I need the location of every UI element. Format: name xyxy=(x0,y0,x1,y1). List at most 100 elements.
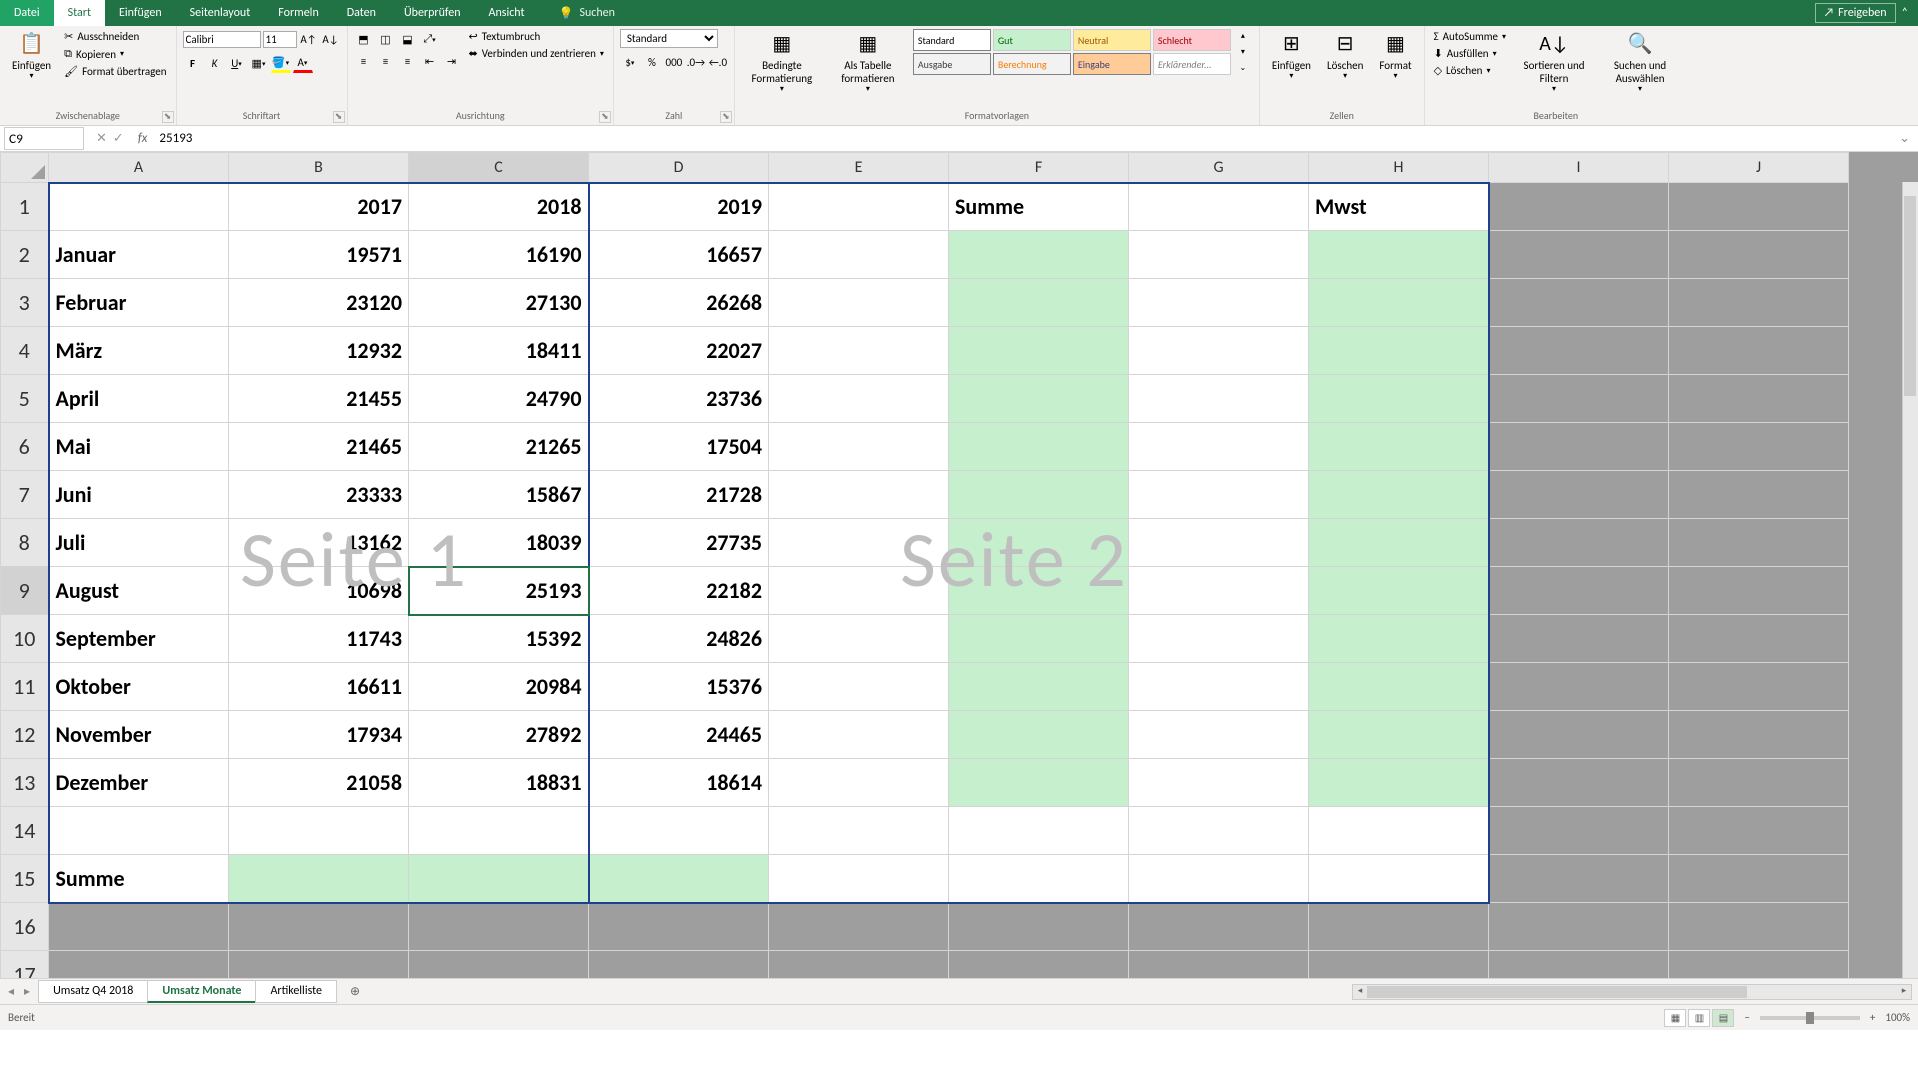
cell[interactable] xyxy=(229,855,409,903)
sheet-tab[interactable]: Artikelliste xyxy=(255,980,337,1003)
cell[interactable] xyxy=(1129,711,1309,759)
cell[interactable] xyxy=(1129,615,1309,663)
cell[interactable] xyxy=(49,903,229,951)
cell[interactable] xyxy=(1309,327,1489,375)
bold-button[interactable]: F xyxy=(183,53,203,73)
cell[interactable] xyxy=(1669,759,1849,807)
cell[interactable] xyxy=(589,951,769,979)
cell-style-swatch[interactable]: Eingabe xyxy=(1073,53,1151,75)
cell[interactable] xyxy=(1309,951,1489,979)
cell[interactable] xyxy=(229,903,409,951)
cell[interactable]: Oktober xyxy=(49,663,229,711)
row-header[interactable]: 17 xyxy=(1,951,49,979)
row-header[interactable]: 7 xyxy=(1,471,49,519)
row-header[interactable]: 12 xyxy=(1,711,49,759)
cell[interactable]: 15392 xyxy=(409,615,589,663)
cell[interactable] xyxy=(1669,423,1849,471)
percent-format-icon[interactable]: % xyxy=(642,52,662,72)
fill-button[interactable]: ⬇Ausfüllen▾ xyxy=(1431,46,1509,61)
cell[interactable] xyxy=(769,855,949,903)
cell[interactable] xyxy=(1489,855,1669,903)
column-header[interactable]: C xyxy=(409,153,589,183)
cell[interactable]: 23736 xyxy=(589,375,769,423)
clipboard-dialog-launcher[interactable]: ⬊ xyxy=(162,111,174,123)
ribbon-tab-seitenlayout[interactable]: Seitenlayout xyxy=(176,0,265,26)
row-header[interactable]: 6 xyxy=(1,423,49,471)
cell[interactable]: 16190 xyxy=(409,231,589,279)
format-painter-button[interactable]: 🖌Format übertragen xyxy=(61,64,169,79)
increase-decimal-icon[interactable]: .0→ xyxy=(686,52,706,72)
column-header[interactable]: A xyxy=(49,153,229,183)
cell[interactable]: Februar xyxy=(49,279,229,327)
column-header[interactable]: E xyxy=(769,153,949,183)
cell[interactable] xyxy=(949,327,1129,375)
cell[interactable] xyxy=(409,855,589,903)
align-center-icon[interactable]: ≡ xyxy=(376,51,396,71)
ribbon-collapse-icon[interactable]: ˄ xyxy=(1902,6,1908,20)
row-header[interactable]: 16 xyxy=(1,903,49,951)
cell[interactable]: 13162 xyxy=(229,519,409,567)
cell[interactable]: 16657 xyxy=(589,231,769,279)
column-header[interactable]: G xyxy=(1129,153,1309,183)
cell[interactable] xyxy=(949,567,1129,615)
cell[interactable]: 2019 xyxy=(589,183,769,231)
cell[interactable] xyxy=(1489,231,1669,279)
cell[interactable] xyxy=(1129,759,1309,807)
cell[interactable]: März xyxy=(49,327,229,375)
cell[interactable] xyxy=(1489,711,1669,759)
cell[interactable] xyxy=(769,375,949,423)
cell[interactable] xyxy=(949,519,1129,567)
cell[interactable]: 21455 xyxy=(229,375,409,423)
format-as-table-button[interactable]: ▦ Als Tabelle formatieren▾ xyxy=(827,29,909,97)
cell[interactable]: 17934 xyxy=(229,711,409,759)
cell[interactable] xyxy=(1309,759,1489,807)
cell[interactable]: 17504 xyxy=(589,423,769,471)
cell[interactable] xyxy=(229,807,409,855)
vertical-scrollbar[interactable] xyxy=(1902,182,1918,978)
cell[interactable] xyxy=(1489,663,1669,711)
cell[interactable]: Summe xyxy=(949,183,1129,231)
cell[interactable] xyxy=(1129,375,1309,423)
cell[interactable]: 22182 xyxy=(589,567,769,615)
cell[interactable]: Mwst xyxy=(1309,183,1489,231)
cell[interactable] xyxy=(1669,279,1849,327)
cell[interactable] xyxy=(1309,423,1489,471)
row-header[interactable]: 8 xyxy=(1,519,49,567)
cell[interactable]: April xyxy=(49,375,229,423)
cell[interactable] xyxy=(409,903,589,951)
cell[interactable]: 21728 xyxy=(589,471,769,519)
cell[interactable] xyxy=(949,807,1129,855)
merge-center-button[interactable]: ⬌Verbinden und zentrieren▾ xyxy=(466,46,607,61)
cell[interactable] xyxy=(1669,183,1849,231)
view-normal-button[interactable]: ▦ xyxy=(1664,1009,1686,1027)
row-header[interactable]: 5 xyxy=(1,375,49,423)
copy-button[interactable]: ⧉Kopieren▾ xyxy=(61,46,169,62)
cell-style-swatch[interactable]: Schlecht xyxy=(1153,29,1231,51)
cell[interactable] xyxy=(1669,231,1849,279)
cell[interactable] xyxy=(769,711,949,759)
cell[interactable] xyxy=(1129,951,1309,979)
enter-formula-icon[interactable]: ✓ xyxy=(113,131,124,146)
align-middle-icon[interactable]: ◫ xyxy=(376,29,396,49)
row-header[interactable]: 15 xyxy=(1,855,49,903)
cell[interactable] xyxy=(1129,471,1309,519)
align-top-icon[interactable]: ⬒ xyxy=(354,29,374,49)
decrease-indent-icon[interactable]: ⇤ xyxy=(420,51,440,71)
cell[interactable]: 11743 xyxy=(229,615,409,663)
cell[interactable] xyxy=(1489,807,1669,855)
gallery-more-icon[interactable]: ⌄ xyxy=(1233,61,1253,75)
cell[interactable] xyxy=(1309,567,1489,615)
cell[interactable] xyxy=(1489,423,1669,471)
cell[interactable] xyxy=(769,807,949,855)
cell[interactable] xyxy=(1489,279,1669,327)
ribbon-tab-ansicht[interactable]: Ansicht xyxy=(475,0,539,26)
row-header[interactable]: 1 xyxy=(1,183,49,231)
cell[interactable]: Summe xyxy=(49,855,229,903)
cell[interactable]: 24826 xyxy=(589,615,769,663)
cell[interactable] xyxy=(1309,231,1489,279)
cell[interactable] xyxy=(49,807,229,855)
cell[interactable] xyxy=(769,183,949,231)
cell-style-swatch[interactable]: Ausgabe xyxy=(913,53,991,75)
cell[interactable]: 15376 xyxy=(589,663,769,711)
sort-filter-button[interactable]: A↓Sortieren und Filtern▾ xyxy=(1513,29,1595,97)
